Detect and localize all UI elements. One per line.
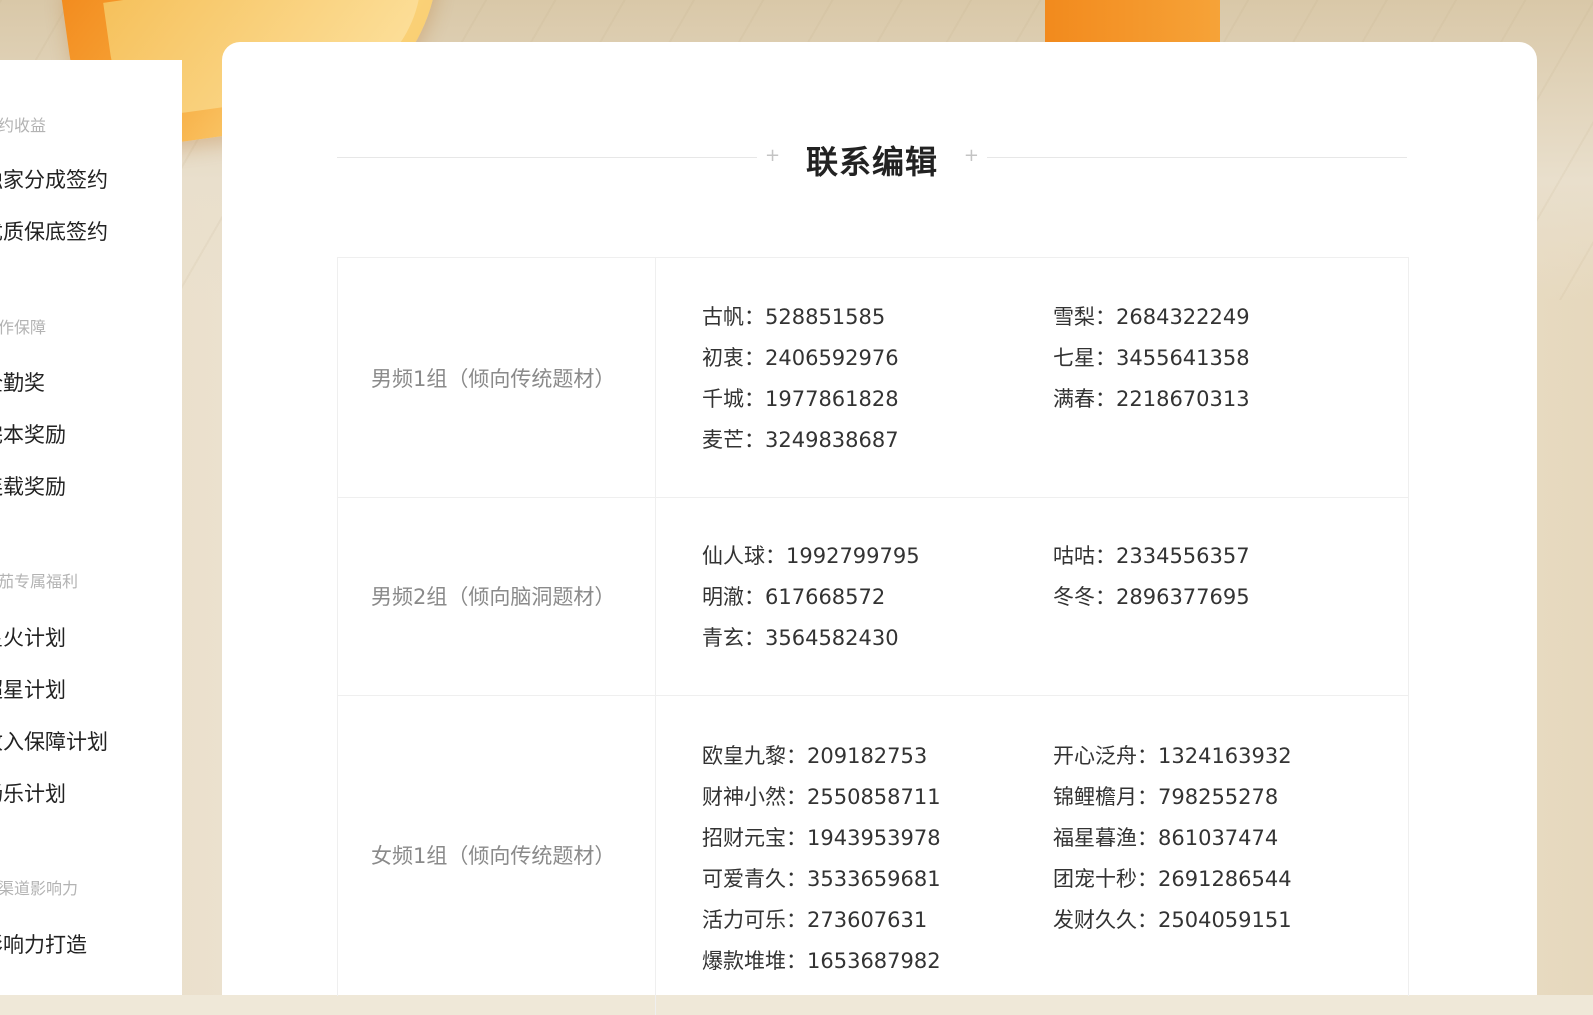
group-name: 男频1组（倾向传统题材） (338, 258, 656, 497)
sidebar-item-spark-plan[interactable]: 星火计划 (0, 622, 66, 652)
sidebar-item-exclusive-signing[interactable]: 独家分成签约 (0, 164, 108, 194)
contact-item: 可爱青久：3533659681 (702, 867, 941, 891)
sidebar-heading-exclusive-benefits: 番茄专属福利 (0, 572, 79, 591)
contact-item: 满春：2218670313 (1053, 387, 1250, 411)
sidebar: 签约收益 独家分成签约 优质保底签约 创作保障 全勤奖 完本奖励 连载奖励 番茄… (0, 60, 182, 995)
contact-item: 青玄：3564582430 (702, 626, 899, 650)
contact-item: 欧皇九黎：209182753 (702, 744, 928, 768)
sidebar-heading-influence: 全渠道影响力 (0, 879, 79, 898)
group-name: 男频2组（倾向脑洞题材） (338, 497, 656, 695)
sidebar-item-income-plan[interactable]: 收入保障计划 (0, 726, 108, 756)
contact-item: 爆款堆堆：1653687982 (702, 949, 941, 973)
contact-item: 雪梨：2684322249 (1053, 305, 1250, 329)
sidebar-item-guaranteed-signing[interactable]: 优质保底签约 (0, 216, 108, 246)
table-row: 女频1组（倾向传统题材） 欧皇九黎：209182753 开心泛舟：1324163… (338, 695, 1408, 1015)
contact-item: 团宠十秒：2691286544 (1053, 867, 1292, 891)
contact-item: 福星暮渔：861037474 (1053, 826, 1279, 850)
editor-contact-table: 男频1组（倾向传统题材） 古帆：528851585 雪梨：2684322249 … (337, 257, 1409, 1015)
contact-item: 古帆：528851585 (702, 305, 886, 329)
page-title: 联系编辑 (805, 143, 938, 181)
contact-item: 千城：1977861828 (702, 387, 899, 411)
sidebar-heading-creation-guarantee: 创作保障 (0, 318, 47, 337)
contact-list: 古帆：528851585 雪梨：2684322249 初衷：2406592976… (656, 258, 1408, 497)
contact-item: 明澈：617668572 (702, 585, 886, 609)
contact-item: 发财久久：2504059151 (1053, 908, 1292, 932)
sidebar-item-joy-plan[interactable]: 畅乐计划 (0, 778, 66, 808)
contact-item: 财神小然：2550858711 (702, 785, 941, 809)
contact-item: 初衷：2406592976 (702, 346, 899, 370)
sidebar-item-superstar-plan[interactable]: 超星计划 (0, 674, 66, 704)
sidebar-item-completion-award[interactable]: 完本奖励 (0, 419, 66, 449)
contact-item: 冬冬：2896377695 (1053, 585, 1250, 609)
sidebar-item-serial-award[interactable]: 连载奖励 (0, 471, 66, 501)
contact-item: 招财元宝：1943953978 (702, 826, 941, 850)
contact-item: 开心泛舟：1324163932 (1053, 744, 1292, 768)
table-row: 男频2组（倾向脑洞题材） 仙人球：1992799795 咕咕：233455635… (338, 497, 1408, 696)
table-row: 男频1组（倾向传统题材） 古帆：528851585 雪梨：2684322249 … (338, 258, 1408, 498)
contact-item: 麦芒：3249838687 (702, 428, 899, 452)
sidebar-heading-signing: 签约收益 (0, 116, 47, 135)
contact-item: 仙人球：1992799795 (702, 544, 920, 568)
contact-editor-card: + 联系编辑 + 男频1组（倾向传统题材） 古帆：528851585 雪梨：26… (222, 42, 1537, 1015)
sidebar-item-influence-building[interactable]: 影响力打造 (0, 929, 87, 959)
contact-list: 仙人球：1992799795 咕咕：2334556357 明澈：61766857… (656, 497, 1408, 695)
plus-deco-icon: + (963, 145, 979, 166)
contact-item: 活力可乐：273607631 (702, 908, 928, 932)
group-name: 女频1组（倾向传统题材） (338, 695, 656, 1015)
contact-item: 七星：3455641358 (1053, 346, 1250, 370)
contact-item: 咕咕：2334556357 (1053, 544, 1250, 568)
sidebar-item-attendance-award[interactable]: 全勤奖 (0, 367, 45, 397)
contact-list: 欧皇九黎：209182753 开心泛舟：1324163932 财神小然：2550… (656, 695, 1408, 1015)
orange-decoration (1045, 0, 1220, 42)
title-row: + 联系编辑 + (337, 137, 1407, 181)
contact-item: 锦鲤檐月：798255278 (1053, 785, 1279, 809)
title-divider-right (987, 157, 1407, 158)
